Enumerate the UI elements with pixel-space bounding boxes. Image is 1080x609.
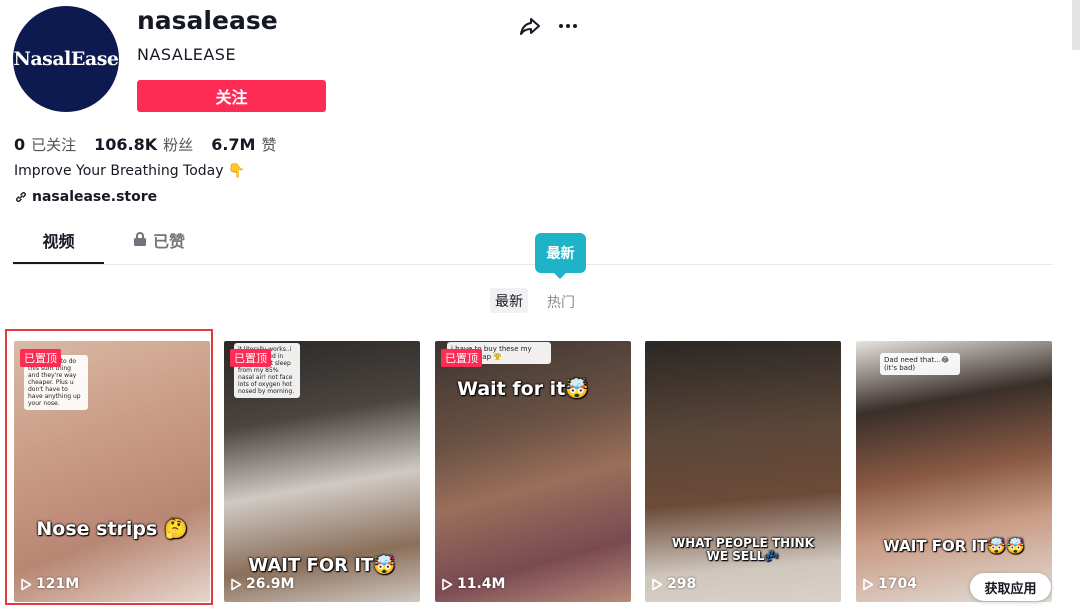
followers-label: 粉丝 (163, 136, 194, 154)
likes-stat: 6.7M 赞 (211, 134, 276, 155)
bio: Improve Your Breathing Today 👇 (14, 163, 245, 179)
comment-sticker: Dad need that...😂 (it's bad) (880, 353, 960, 375)
profile-link-text: nasalease.store (32, 189, 158, 205)
view-count-text: 298 (667, 576, 697, 592)
link-icon (16, 192, 26, 202)
followers-stat[interactable]: 106.8K 粉丝 (94, 134, 193, 155)
avatar[interactable]: NasalEase (13, 6, 119, 112)
video-card[interactable]: WHAT PEOPLE THINK WE SELL💤 298 (645, 341, 841, 602)
following-stat[interactable]: 0 已关注 (14, 134, 76, 155)
pinned-badge: 已置顶 (230, 349, 271, 367)
selected-video-highlight (5, 329, 213, 605)
get-app-button[interactable]: 获取应用 (970, 573, 1051, 601)
video-card[interactable]: it literally works..i snorted loud in 20… (224, 341, 420, 602)
lock-icon (134, 232, 146, 246)
avatar-logo-text: NasalEase (13, 48, 119, 70)
tab-videos-label: 视频 (42, 232, 75, 251)
likes-label: 赞 (261, 136, 277, 154)
video-card[interactable]: Dad need that...😂 (it's bad) WAIT FOR IT… (856, 341, 1052, 602)
view-count: 1704 (862, 576, 917, 592)
play-icon (442, 578, 453, 590)
view-count: 26.9M (230, 576, 294, 592)
view-count-text: 11.4M (457, 576, 506, 592)
profile-link[interactable]: nasalease.store (14, 189, 157, 205)
play-icon (652, 578, 663, 590)
sort-latest-button[interactable]: 最新 (490, 288, 528, 313)
play-icon (863, 578, 874, 590)
video-caption: WHAT PEOPLE THINK WE SELL💤 (671, 536, 815, 563)
username: nasalease (137, 6, 278, 35)
profile-tabs: 视频 已赞 (13, 228, 1053, 265)
followers-count: 106.8K (94, 135, 158, 154)
profile-stats: 0 已关注 106.8K 粉丝 6.7M 赞 (14, 134, 276, 155)
following-count: 0 (14, 135, 26, 154)
video-caption: Wait for it🤯 (457, 378, 589, 400)
video-card[interactable]: i have to buy these my father asap 😤 已置顶… (435, 341, 631, 602)
view-count: 298 (651, 576, 696, 592)
view-count: 11.4M (441, 576, 505, 592)
follow-button[interactable]: 关注 (137, 80, 326, 112)
more-icon[interactable] (556, 14, 580, 38)
video-caption: WAIT FOR IT🤯 (248, 555, 396, 576)
pinned-badge: 已置顶 (441, 349, 482, 367)
likes-count: 6.7M (211, 135, 256, 154)
video-caption: WAIT FOR IT🤯🤯 (883, 537, 1025, 555)
tab-videos[interactable]: 视频 (13, 228, 104, 264)
bio-text: Improve Your Breathing Today (14, 163, 224, 179)
nickname: NASALEASE (137, 45, 237, 64)
play-icon (231, 578, 242, 590)
view-count-text: 1704 (878, 576, 917, 592)
pointing-down-icon: 👇 (227, 163, 245, 179)
view-count-text: 26.9M (246, 576, 295, 592)
tab-liked[interactable]: 已赞 (133, 228, 185, 264)
share-icon[interactable] (518, 14, 542, 38)
scrollbar[interactable] (1072, 0, 1080, 50)
sort-popular-button[interactable]: 热门 (547, 292, 575, 312)
sort-tooltip: 最新 (535, 233, 586, 279)
following-label: 已关注 (31, 136, 77, 154)
tab-liked-label: 已赞 (153, 232, 186, 251)
